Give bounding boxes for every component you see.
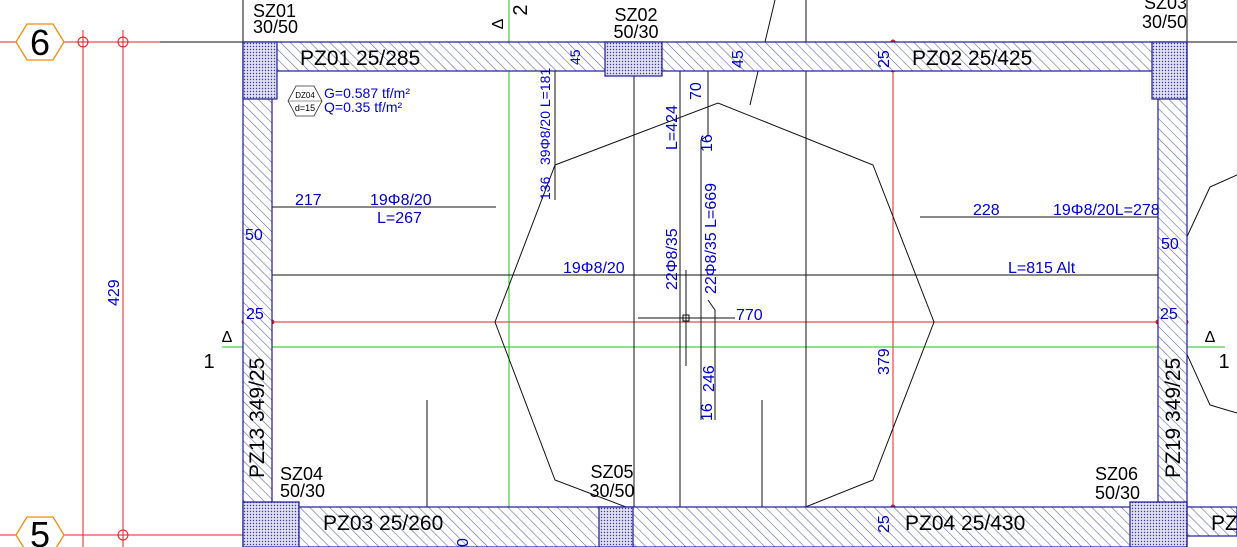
pz02-label: PZ02 25/425 <box>912 47 1032 70</box>
column-sz06 <box>1129 501 1188 547</box>
sz06-size: 50/30 <box>1095 483 1140 503</box>
rebar-217: 217 <box>295 192 322 209</box>
column-sz03 <box>1151 41 1188 100</box>
axis-label-1-left: 1 <box>203 351 214 373</box>
rebar-22phi8-35: 22Φ8/35 <box>664 228 681 290</box>
rebar-19phi8-main: 19Φ8/20 <box>563 260 625 277</box>
axis-bubble-6[interactable]: 6 <box>15 22 65 63</box>
column-labels: SZ01 30/50 SZ02 50/30 SZ03 30/50 SZ04 50… <box>253 0 1187 503</box>
rebar-228: 228 <box>973 202 1000 219</box>
rebar-70: 70 <box>688 82 705 100</box>
rebar-16b: 16 <box>699 403 716 421</box>
sz04-size: 50/30 <box>280 481 325 501</box>
slab-id: DZ04 <box>295 91 315 100</box>
axis-marker-right: Δ <box>1205 329 1216 346</box>
slab-thickness: d=15 <box>295 103 315 113</box>
dim-25-bottom: 25 <box>876 515 893 533</box>
column-sz05 <box>598 506 634 547</box>
rebar-45b: 45 <box>730 50 747 68</box>
rebar-246: 246 <box>701 365 718 392</box>
sz05-size: 30/50 <box>589 481 634 501</box>
rebar-L267: L=267 <box>377 210 422 227</box>
axis-label-1-right: 1 <box>1218 351 1229 373</box>
pz04-label: PZ04 25/430 <box>905 512 1025 535</box>
pz13-label: PZ13 349/25 <box>246 358 269 478</box>
sz01-size: 30/50 <box>253 17 298 37</box>
rebar-50-left: 50 <box>245 227 263 244</box>
pz03-label: PZ03 25/260 <box>323 512 443 535</box>
sz05-name: SZ05 <box>590 462 633 482</box>
column-sz04 <box>242 501 300 547</box>
axis-marker-top: Δ <box>490 18 507 29</box>
rebar-19phi8-right: 19Φ8/20L=278 <box>1053 202 1160 219</box>
sz06-name: SZ06 <box>1095 464 1138 484</box>
slab-tag[interactable]: DZ04 d=15 G=0.587 tf/m² Q=0.35 tf/m² <box>287 85 410 117</box>
pz05-label: PZ <box>1211 512 1237 535</box>
axis-bubble-5[interactable]: 5 <box>15 514 65 547</box>
rebar-L815: L=815 Alt <box>1008 260 1076 277</box>
dim-379: 379 <box>876 348 893 375</box>
rebar-19phi8-top: 19Φ8/20 <box>370 192 432 209</box>
rebar-L424: L=424 <box>664 105 681 150</box>
axis-label-2: 2 <box>510 4 532 15</box>
rebar-136: 136 <box>537 176 553 200</box>
rebar-22phi8-669: 22Φ8/35 L=669 <box>703 183 720 294</box>
sz02-size: 50/30 <box>613 22 658 42</box>
rebar-16a: 16 <box>699 134 716 152</box>
column-sz01 <box>242 41 278 100</box>
pz19-label: PZ19 349/25 <box>1162 358 1185 478</box>
axis-label-6: 6 <box>30 22 50 63</box>
axis-label-5: 5 <box>30 514 50 547</box>
floor-plan-drawing[interactable]: 6 5 Δ 1 Δ 1 Δ 2 SZ01 30/50 SZ02 50/30 SZ… <box>0 0 1237 547</box>
rebar-39phi8: 39Φ8/20 L=181 <box>537 68 553 165</box>
axis-marker-left: Δ <box>222 329 233 346</box>
rebar-50-right: 50 <box>1161 236 1179 253</box>
beams <box>242 41 1237 547</box>
dim-429: 429 <box>106 279 123 306</box>
rebar-45a: 45 <box>567 49 583 65</box>
dim-25-right: 25 <box>1160 306 1178 323</box>
dim-25-top: 25 <box>876 50 893 68</box>
dim-25-left: 25 <box>246 306 264 323</box>
span-770: 770 <box>736 307 763 324</box>
beam-labels: PZ01 25/285 PZ02 25/425 PZ03 25/260 PZ04… <box>246 47 1237 535</box>
dim-0: 0 <box>455 538 472 547</box>
slab-q-load: Q=0.35 tf/m² <box>324 99 403 115</box>
pz01-label: PZ01 25/285 <box>300 47 420 70</box>
sz03-size: 30/50 <box>1142 12 1187 32</box>
column-sz02 <box>604 41 663 77</box>
